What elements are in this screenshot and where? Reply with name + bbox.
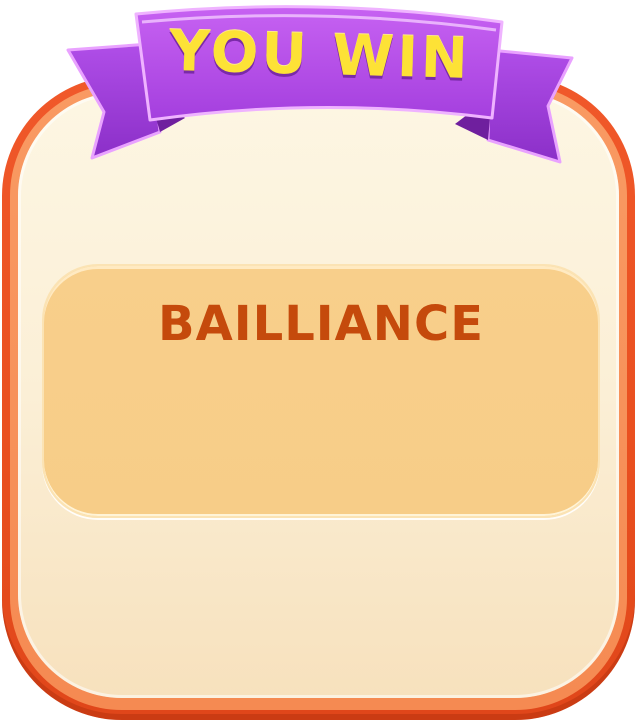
found-word: BAILLIANCE [158, 296, 484, 352]
word-panel: BAILLIANCE [42, 264, 600, 518]
win-screen: BAILLIANCE YOU WIN [0, 0, 639, 723]
ribbon-title: YOU WIN [168, 19, 472, 92]
